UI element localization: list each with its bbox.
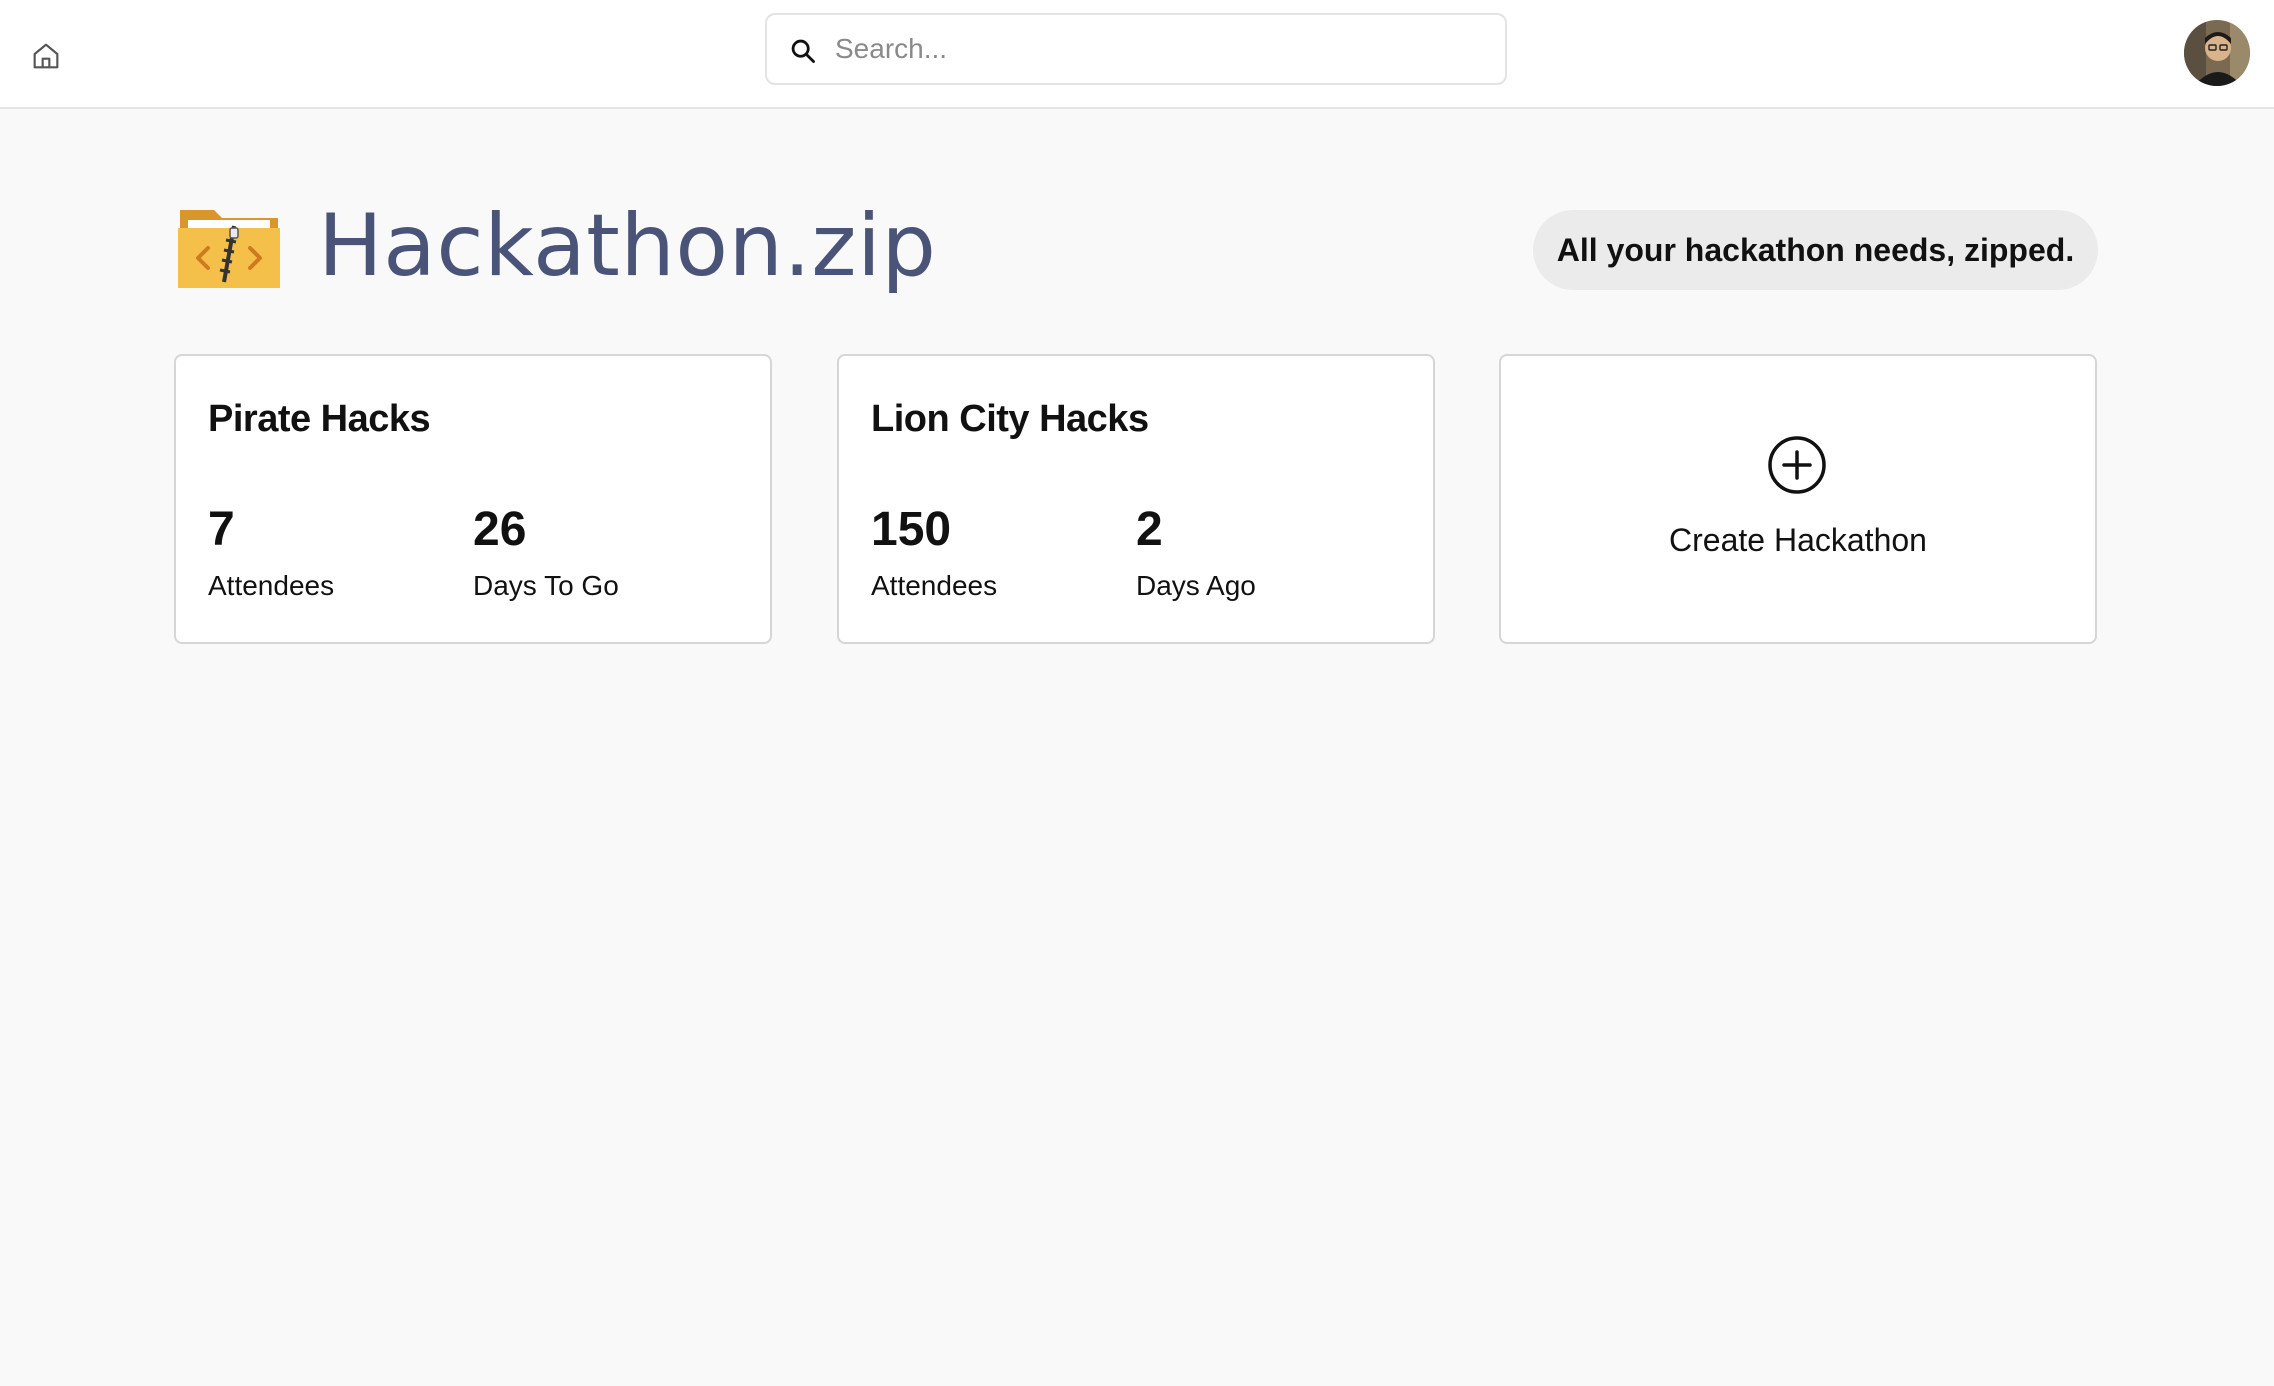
hackathon-card-lion-city-hacks[interactable]: Lion City Hacks 150 Attendees 2 Days Ago — [837, 354, 1435, 644]
tagline-pill: All your hackathon needs, zipped. — [1533, 210, 2098, 290]
create-hackathon-label: Create Hackathon — [1669, 522, 1927, 558]
stat-value: 150 — [871, 503, 952, 556]
create-hackathon-card[interactable]: Create Hackathon — [1499, 354, 2097, 644]
hero: Hackathon.zip — [174, 186, 936, 306]
search-input[interactable] — [835, 25, 1485, 73]
stat-label: Attendees — [208, 570, 335, 601]
stat-label: Days To Go — [473, 570, 619, 601]
hackathon-card-pirate-hacks[interactable]: Pirate Hacks 7 Attendees 26 Days To Go — [174, 354, 772, 644]
stat-attendees: 7 Attendees — [208, 506, 334, 602]
search-box — [765, 13, 1507, 85]
avatar-icon — [2184, 20, 2250, 86]
zip-folder-icon — [178, 210, 280, 288]
hackathon-name: Pirate Hacks — [208, 398, 431, 440]
stat-days: 2 Days Ago — [1136, 506, 1256, 602]
top-bar — [0, 0, 2274, 109]
stat-label: Days Ago — [1136, 570, 1256, 601]
stat-label: Attendees — [871, 570, 998, 601]
app-title: Hackathon.zip — [318, 196, 937, 296]
stat-days: 26 Days To Go — [473, 506, 619, 602]
home-icon — [33, 43, 59, 69]
stat-value: 7 — [208, 503, 235, 556]
search-icon — [791, 39, 815, 63]
hackathon-name: Lion City Hacks — [871, 398, 1149, 440]
stat-attendees: 150 Attendees — [871, 506, 997, 602]
home-button[interactable] — [26, 36, 66, 76]
stat-value: 26 — [473, 503, 527, 556]
plus-circle-icon — [1768, 436, 1826, 494]
user-avatar[interactable] — [2184, 20, 2250, 86]
stat-value: 2 — [1136, 503, 1163, 556]
